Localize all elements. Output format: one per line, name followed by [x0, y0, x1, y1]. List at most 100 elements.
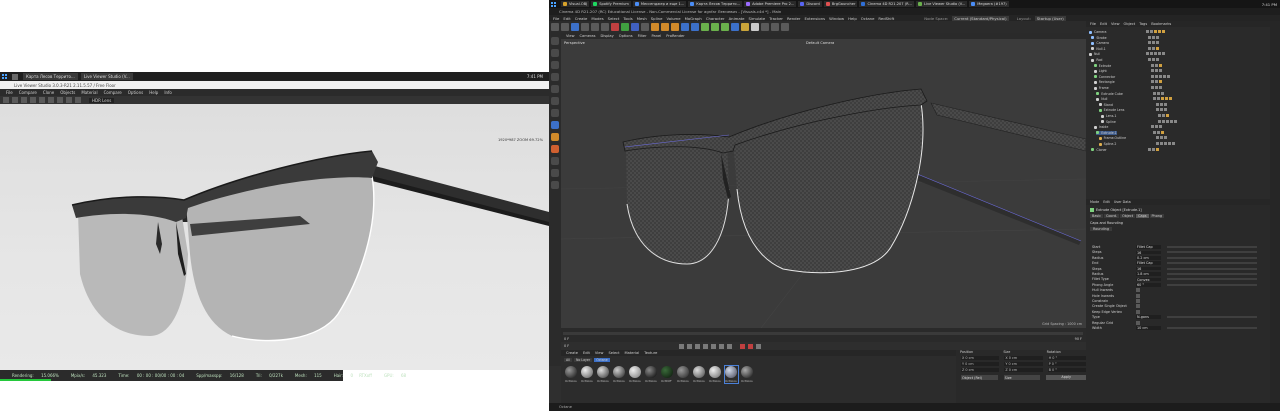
taskbar-tab-visualobj[interactable]: Visual.OBJ	[561, 1, 590, 7]
pen-icon[interactable]	[691, 23, 699, 31]
object-row[interactable]: Camera	[1091, 41, 1160, 45]
attribute-slider[interactable]	[1167, 278, 1257, 281]
size-z-field[interactable]: Z 0 cm	[1004, 368, 1043, 372]
tag-icon[interactable]	[1162, 114, 1165, 117]
mat-menu-edit[interactable]: Edit	[583, 351, 590, 355]
om-menu-edit[interactable]: Edit	[1100, 22, 1107, 26]
material-swatch[interactable]: OctGlos	[709, 366, 722, 383]
tag-icon[interactable]	[1148, 147, 1152, 151]
menu-character[interactable]: Character	[706, 16, 725, 21]
left-menu-material[interactable]: Material	[81, 90, 97, 95]
left-menu-clone[interactable]: Clone	[43, 90, 54, 95]
attribute-checkbox[interactable]	[1136, 304, 1140, 309]
object-tags[interactable]	[1150, 125, 1163, 129]
tag-icon[interactable]	[1155, 102, 1159, 106]
tag-icon[interactable]	[1171, 142, 1175, 145]
rotation-b-field[interactable]: B 0 °	[1047, 368, 1086, 372]
object-row[interactable]: Lens.1	[1101, 114, 1169, 118]
object-tags[interactable]	[1148, 147, 1160, 151]
tag-icon[interactable]	[1150, 125, 1154, 129]
object-row[interactable]: Cloner	[1091, 147, 1160, 152]
render-clay-icon[interactable]	[66, 97, 72, 103]
tweak-icon[interactable]	[551, 181, 559, 189]
object-tags[interactable]	[1150, 80, 1163, 84]
object-tags[interactable]	[1153, 97, 1173, 101]
taskbar-tab-megaera[interactable]: Megaera (#197)	[969, 1, 1009, 7]
apply-button[interactable]: Apply	[1046, 375, 1086, 380]
render-stop-icon[interactable]	[12, 97, 18, 103]
tag-icon[interactable]	[1154, 74, 1158, 78]
left-render-viewport[interactable]: 1920*987 ZOOM 69.72%	[0, 104, 549, 370]
left-menu-objects[interactable]: Objects	[60, 90, 75, 95]
coordinate-system-icon[interactable]	[641, 23, 649, 31]
tag-icon[interactable]	[1148, 46, 1152, 50]
viewport-menu-panel[interactable]: Panel	[652, 34, 662, 38]
coord-mode-dropdown[interactable]: Object (Rel)	[961, 375, 998, 380]
tag-icon[interactable]	[1156, 41, 1160, 45]
play-icon[interactable]	[703, 343, 709, 349]
tag-icon[interactable]	[1163, 102, 1167, 106]
attribute-checkbox[interactable]	[1136, 299, 1140, 303]
render-view-icon[interactable]	[651, 23, 659, 31]
taskbar-tab-premiere[interactable]: Adobe Premiere Pro 2...	[744, 1, 797, 7]
windows-start-icon[interactable]	[551, 1, 556, 7]
tag-icon[interactable]	[1159, 102, 1163, 106]
object-row[interactable]: Light	[1093, 69, 1162, 73]
timeline-ruler[interactable]	[563, 332, 1083, 335]
mat-menu-texture[interactable]: Texture	[644, 351, 657, 355]
attribute-value-field[interactable]: 10 cm	[1136, 326, 1161, 330]
locked-workplane-icon[interactable]	[551, 157, 559, 165]
tag-icon[interactable]	[1158, 63, 1162, 67]
attribute-slider[interactable]	[1167, 283, 1257, 286]
octane-settings-icon[interactable]	[771, 23, 779, 31]
material-swatch[interactable]: OctGlos	[645, 366, 658, 383]
am-menu-edit[interactable]: Edit	[1103, 200, 1110, 204]
tag-icon[interactable]	[1158, 30, 1161, 33]
tag-icon[interactable]	[1157, 97, 1161, 101]
mat-filter-octane[interactable]: Octane	[594, 358, 610, 362]
viewport-menu-cameras[interactable]: Cameras	[580, 34, 596, 38]
tag-icon[interactable]	[1163, 136, 1167, 140]
tag-icon[interactable]	[1159, 142, 1163, 145]
tag-icon[interactable]	[1165, 97, 1169, 101]
left-menu-help[interactable]: Help	[149, 90, 158, 95]
octane-live-viewer-icon[interactable]	[761, 23, 769, 31]
viewport-menu-options[interactable]: Options	[619, 34, 633, 38]
redo-icon[interactable]	[561, 23, 569, 31]
left-menu-info[interactable]: Info	[164, 90, 172, 95]
subdivision-icon[interactable]	[701, 23, 709, 31]
tag-icon[interactable]	[1158, 74, 1162, 78]
tag-icon[interactable]	[1150, 30, 1153, 33]
menu-file[interactable]: File	[553, 16, 559, 21]
attribute-value-field[interactable]: 0.2 cm	[1136, 256, 1161, 260]
material-swatch[interactable]: OctGlos	[581, 366, 594, 383]
left-menu-options[interactable]: Options	[128, 90, 143, 95]
object-tags[interactable]	[1150, 74, 1171, 78]
object-row[interactable]: Spline	[1101, 119, 1177, 124]
start-frame-field[interactable]: 0 F	[564, 344, 569, 348]
object-row[interactable]: Extrude Cube	[1096, 91, 1165, 96]
tag-icon[interactable]	[1158, 125, 1162, 129]
menu-octane[interactable]: Octane	[861, 16, 875, 21]
tag-icon[interactable]	[1152, 35, 1156, 39]
rotate-icon[interactable]	[601, 23, 609, 31]
tag-icon[interactable]	[1152, 41, 1156, 45]
attr-tab-caps[interactable]: Caps	[1136, 214, 1149, 218]
material-swatch[interactable]: OctGlos	[565, 366, 578, 383]
z-axis-icon[interactable]	[631, 23, 639, 31]
tag-icon[interactable]	[1150, 74, 1154, 78]
taskbar-tab-spotify[interactable]: Spotify Premium	[591, 1, 631, 7]
tag-icon[interactable]	[1150, 69, 1154, 73]
attribute-slider[interactable]	[1167, 256, 1257, 259]
om-menu-tags[interactable]: Tags	[1139, 22, 1147, 26]
tag-icon[interactable]	[1162, 30, 1165, 33]
menu-redshift[interactable]: RedShift	[878, 16, 894, 21]
tag-icon[interactable]	[1166, 119, 1169, 123]
menu-extensions[interactable]: Extensions	[805, 16, 826, 21]
position-x-field[interactable]: X 0 cm	[961, 356, 1000, 360]
object-tags[interactable]	[1155, 136, 1168, 140]
taskbar-tab-karta[interactable]: Карта Лесов Террито...	[23, 73, 78, 80]
tag-icon[interactable]	[1148, 41, 1152, 45]
menu-tools[interactable]: Tools	[623, 16, 632, 21]
workplane-icon[interactable]	[551, 133, 559, 141]
